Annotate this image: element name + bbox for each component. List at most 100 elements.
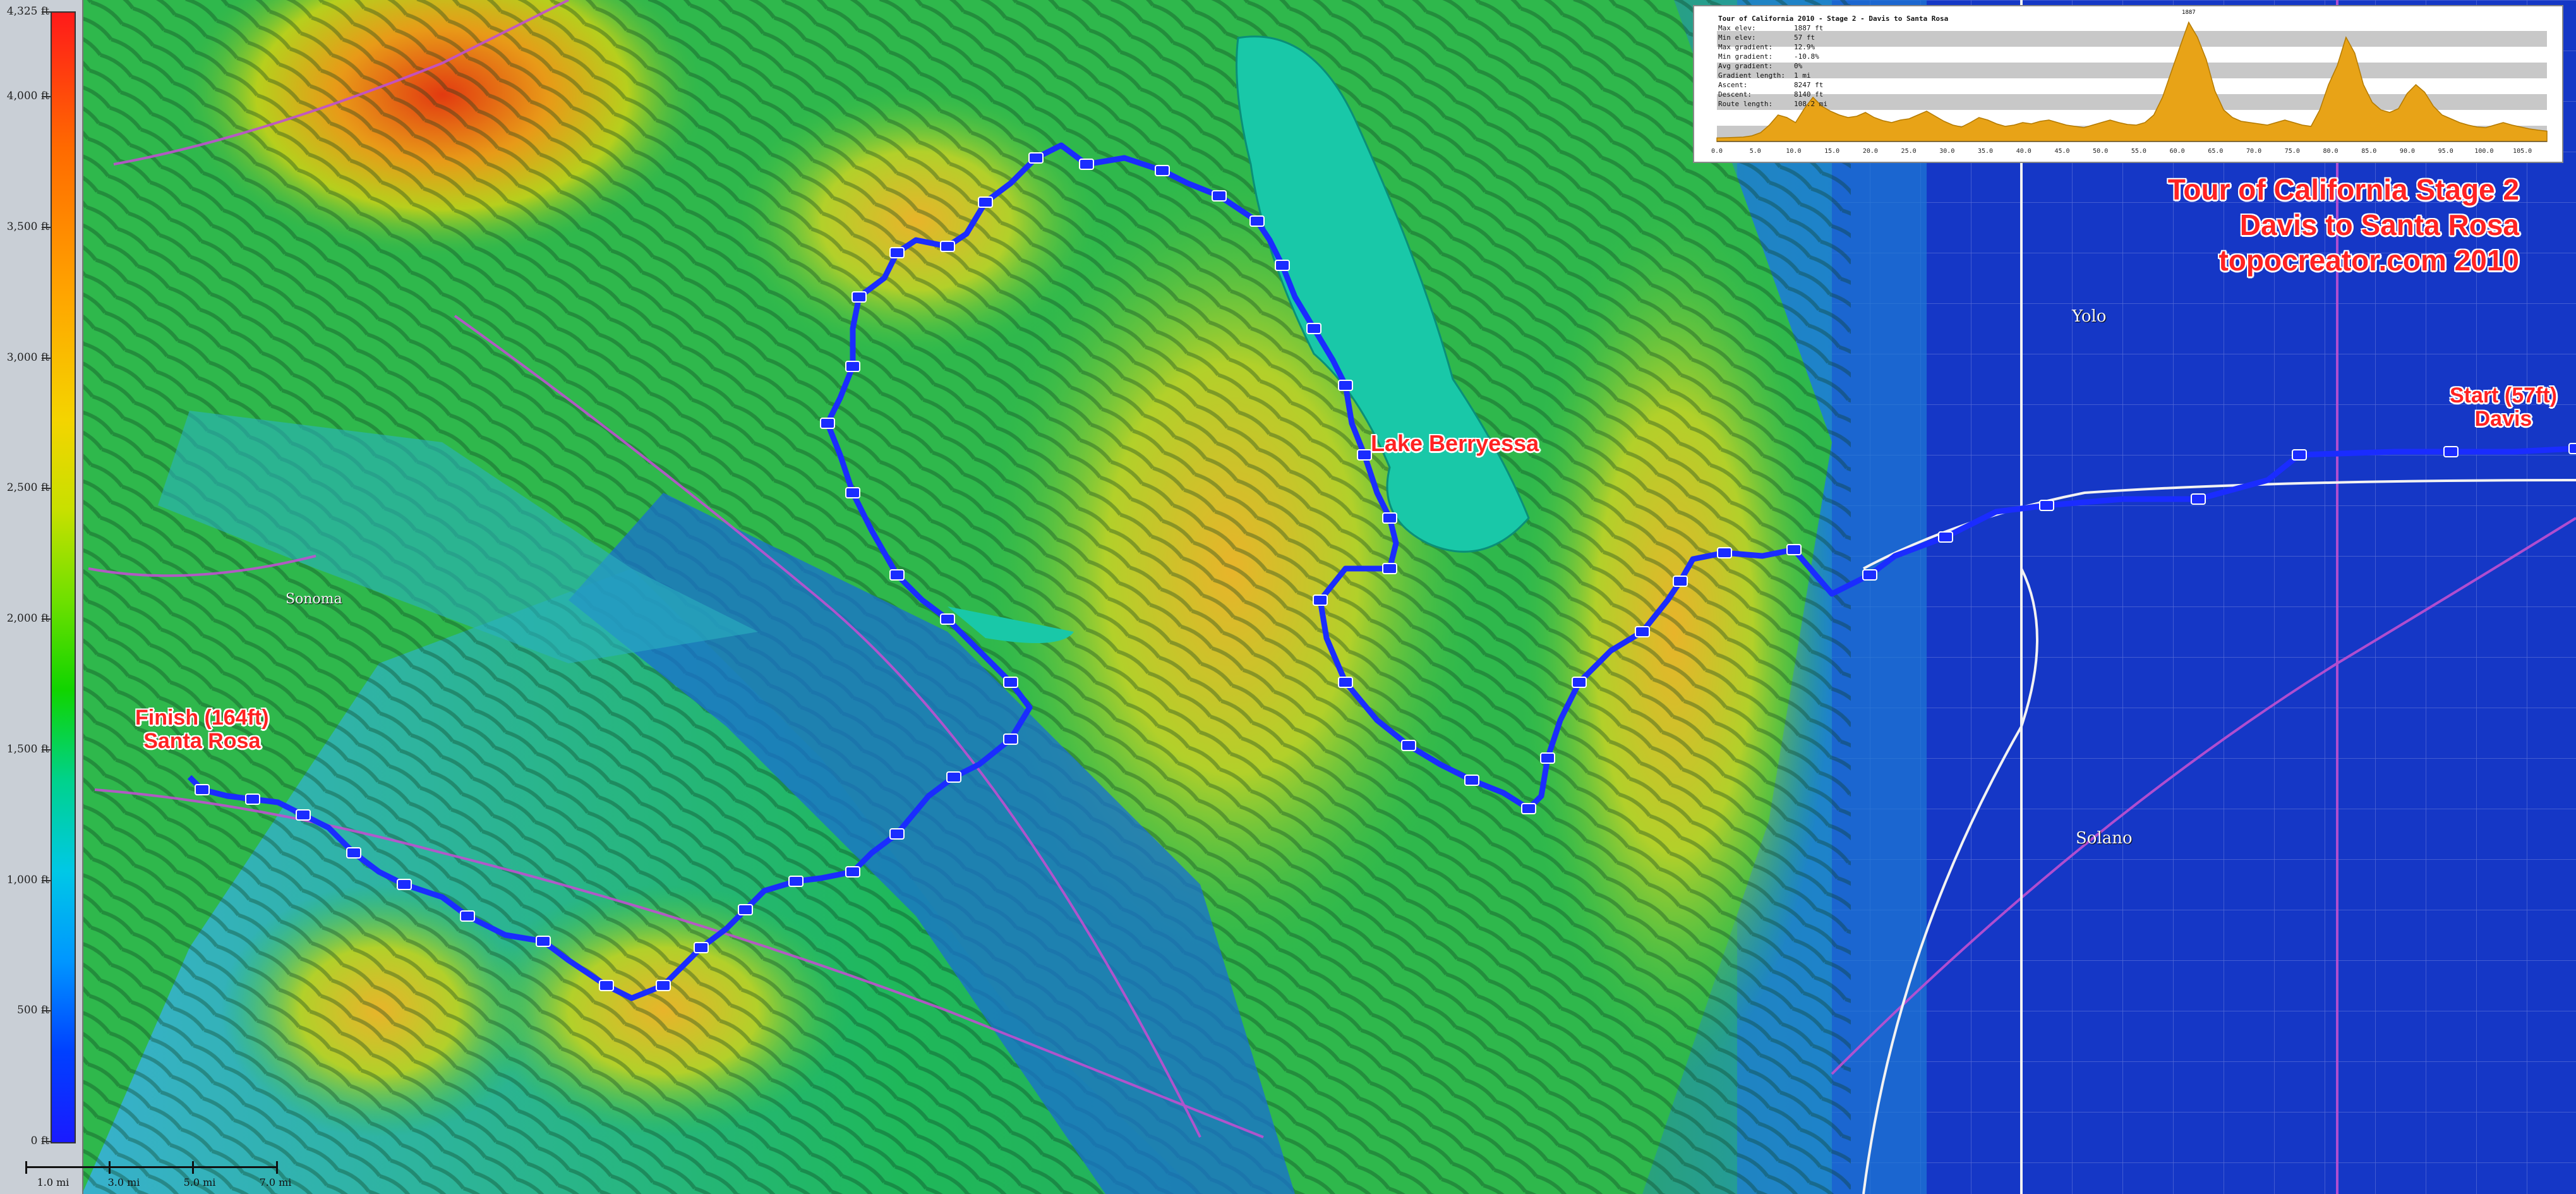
route-milestone-marker xyxy=(940,241,955,252)
start-label: Start (57ft) Davis xyxy=(2449,383,2557,431)
route-milestone-marker xyxy=(1079,159,1094,170)
route-milestone-marker xyxy=(1862,569,1877,581)
lake-label: Lake Berryessa xyxy=(1371,430,1539,456)
profile-stat-row: Max gradient: 12.9% xyxy=(1718,42,1948,52)
route-milestone-marker xyxy=(1003,677,1018,688)
route-milestone-marker xyxy=(195,784,210,795)
profile-stat-key: Min gradient: xyxy=(1718,52,1773,61)
route-milestone-marker xyxy=(1938,531,1953,543)
profile-stat-key: Min elev: xyxy=(1718,33,1756,42)
elevation-tick xyxy=(42,227,51,229)
profile-x-tick-label: 10.0 xyxy=(1786,148,1801,155)
profile-stat-row: Min gradient: -10.8% xyxy=(1718,52,1948,61)
profile-stat-value: 8140 ft xyxy=(1794,90,1824,99)
route-milestone-marker xyxy=(1717,547,1732,558)
profile-stat-row: Max elev: 1887 ft xyxy=(1718,23,1948,33)
route-milestone-marker xyxy=(1028,152,1044,164)
route-milestone-marker xyxy=(2568,443,2576,454)
route-milestone-marker xyxy=(978,196,993,208)
profile-x-tick-label: 100.0 xyxy=(2474,148,2493,155)
route-milestone-marker xyxy=(1521,803,1536,814)
route-milestone-marker xyxy=(1401,740,1416,751)
profile-stat-row: Avg gradient: 0% xyxy=(1718,61,1948,71)
profile-x-tick-label: 40.0 xyxy=(2016,148,2031,155)
profile-x-tick-label: 60.0 xyxy=(2170,148,2185,155)
route-milestone-marker xyxy=(656,980,671,991)
title-line-2: Davis to Santa Rosa xyxy=(2239,208,2519,241)
route-milestone-marker xyxy=(1572,677,1587,688)
route-milestone-marker xyxy=(1212,190,1227,202)
scale-label: 1.0 mi xyxy=(37,1176,69,1188)
profile-stat-value: 108.2 mi xyxy=(1794,100,1827,108)
profile-x-tick-label: 45.0 xyxy=(2054,148,2069,155)
elevation-tick xyxy=(42,879,51,881)
route-milestone-marker xyxy=(2039,500,2054,511)
route-milestone-marker xyxy=(397,879,412,890)
elevation-tick xyxy=(42,488,51,490)
profile-x-tick-label: 15.0 xyxy=(1824,148,1839,155)
profile-peak-label: 1887 xyxy=(2182,9,2196,16)
map-title: Tour of California Stage 2 Davis to Sant… xyxy=(2168,172,2519,278)
profile-stat-row: Gradient length: 1 mi xyxy=(1718,71,1948,80)
place-label-sonoma: Sonoma xyxy=(286,591,342,607)
route-milestone-marker xyxy=(245,793,260,805)
route-milestone-marker xyxy=(738,904,753,915)
route-milestone-marker xyxy=(2443,446,2459,457)
scale-label: 7.0 mi xyxy=(259,1176,292,1188)
title-line-1: Tour of California Stage 2 xyxy=(2167,173,2519,206)
finish-label: Finish (164ft) Santa Rosa xyxy=(135,706,269,754)
place-label-solano: Solano xyxy=(2076,829,2133,848)
route-milestone-marker xyxy=(1155,165,1170,176)
route-milestone-marker xyxy=(2292,449,2307,461)
elevation-color-scale xyxy=(51,11,76,1143)
elevation-tick xyxy=(42,1010,51,1012)
route-milestone-marker xyxy=(889,828,905,840)
route-milestone-marker xyxy=(852,291,867,303)
route-milestone-marker xyxy=(1338,380,1353,391)
profile-stat-row: Descent: 8140 ft xyxy=(1718,90,1948,99)
route-milestone-marker xyxy=(1540,752,1555,764)
profile-x-tick-label: 30.0 xyxy=(1939,148,1954,155)
profile-x-tick-label: 95.0 xyxy=(2438,148,2453,155)
title-line-3: topocreator.com 2010 xyxy=(2218,244,2519,277)
profile-x-tick-label: 65.0 xyxy=(2208,148,2223,155)
profile-title: Tour of California 2010 - Stage 2 - Davi… xyxy=(1718,15,1949,23)
profile-x-tick-label: 25.0 xyxy=(1901,148,1917,155)
profile-x-tick-label: 20.0 xyxy=(1863,148,1878,155)
profile-x-tick-label: 0.0 xyxy=(1711,148,1723,155)
profile-stat-value: 8247 ft xyxy=(1794,81,1824,89)
scale-label: 3.0 mi xyxy=(107,1176,140,1188)
route-milestone-marker xyxy=(788,876,803,887)
route-milestone-marker xyxy=(1382,563,1397,574)
elevation-profile-panel: 0.0 5.0 10.0 15.0 20.0 25.0 30.0 35.0 40.0 45.0 50… xyxy=(1693,5,2563,163)
route-milestone-marker xyxy=(599,980,614,991)
profile-stat-value: 1887 ft xyxy=(1794,24,1824,32)
route-milestone-marker xyxy=(2191,493,2206,505)
profile-x-tick-label: 70.0 xyxy=(2246,148,2261,155)
elevation-tick xyxy=(42,96,51,98)
route-milestone-marker xyxy=(1673,576,1688,587)
profile-stat-value: 0% xyxy=(1794,62,1803,70)
elevation-tick xyxy=(42,357,51,359)
scale-label: 5.0 mi xyxy=(183,1176,216,1188)
profile-x-tick-label: 80.0 xyxy=(2323,148,2338,155)
profile-stat-key: Avg gradient: xyxy=(1718,62,1773,70)
route-milestone-marker xyxy=(889,247,905,258)
route-milestone-marker xyxy=(1635,626,1650,637)
route-milestone-marker xyxy=(889,569,905,581)
profile-stat-value: -10.8% xyxy=(1794,52,1819,61)
profile-x-tick-label: 50.0 xyxy=(2093,148,2108,155)
route-milestone-marker xyxy=(694,942,709,953)
route-milestone-marker xyxy=(845,361,860,372)
route-milestone-marker xyxy=(1786,544,1802,555)
profile-stat-value: 12.9% xyxy=(1794,43,1815,51)
route-milestone-marker xyxy=(845,866,860,877)
route-milestone-marker xyxy=(820,418,835,429)
profile-stats: Tour of California 2010 - Stage 2 - Davi… xyxy=(1718,14,1948,109)
profile-stat-value: 57 ft xyxy=(1794,33,1815,42)
profile-stat-value: 1 mi xyxy=(1794,71,1811,80)
elevation-tick xyxy=(42,618,51,620)
route-milestone-marker xyxy=(940,613,955,625)
route-milestone-marker xyxy=(1275,260,1290,271)
route-milestone-marker xyxy=(845,487,860,498)
